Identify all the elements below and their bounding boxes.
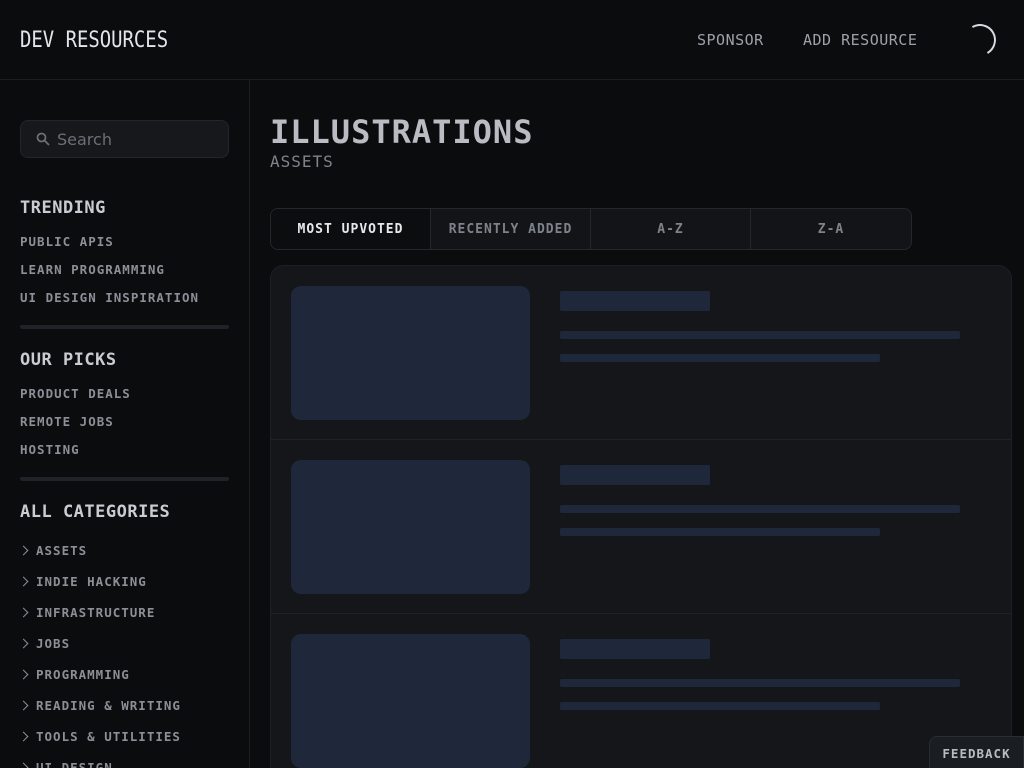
sidebar-item-hosting[interactable]: HOSTING (20, 442, 80, 457)
chevron-right-icon (18, 576, 29, 587)
chevron-right-icon (18, 669, 29, 680)
title-placeholder (560, 639, 710, 659)
category-label: INFRASTRUCTURE (36, 605, 156, 620)
thumbnail-placeholder (291, 460, 530, 594)
our-picks-heading: OUR PICKS (20, 350, 117, 370)
text-placeholder (560, 505, 960, 513)
category-label: PROGRAMMING (36, 667, 130, 682)
sidebar-item-product-deals[interactable]: PRODUCT DEALS (20, 386, 131, 401)
thumbnail-placeholder (291, 286, 530, 420)
category-item-assets[interactable]: ASSETS (18, 543, 88, 558)
text-placeholder (560, 679, 960, 687)
page-title: ILLUSTRATIONS (270, 113, 534, 151)
list-item-skeleton (271, 440, 1011, 614)
sidebar-item-ui-design-inspiration[interactable]: UI DESIGN INSPIRATION (20, 290, 199, 305)
tab-most-upvoted[interactable]: MOST UPVOTED (271, 209, 431, 249)
tab-recently-added[interactable]: RECENTLY ADDED (431, 209, 591, 249)
resource-list (270, 265, 1012, 768)
category-label: ASSETS (36, 543, 88, 558)
category-item-jobs[interactable]: JOBS (18, 636, 71, 651)
feedback-button[interactable]: FEEDBACK (929, 736, 1024, 768)
tab-z-a[interactable]: Z-A (751, 209, 911, 249)
page-subtitle[interactable]: ASSETS (270, 152, 334, 171)
text-placeholder (560, 702, 880, 710)
chevron-right-icon (18, 638, 29, 649)
trending-heading: TRENDING (20, 198, 106, 218)
sort-tabs: MOST UPVOTED RECENTLY ADDED A-Z Z-A (270, 208, 912, 250)
category-label: UI DESIGN (36, 760, 113, 768)
category-item-ui-design[interactable]: UI DESIGN (18, 760, 113, 768)
chevron-right-icon (18, 762, 29, 768)
category-item-indie-hacking[interactable]: INDIE HACKING (18, 574, 147, 589)
sidebar-divider (20, 477, 229, 481)
sidebar-item-remote-jobs[interactable]: REMOTE JOBS (20, 414, 114, 429)
chevron-right-icon (18, 700, 29, 711)
chevron-right-icon (18, 545, 29, 556)
sidebar-item-learn-programming[interactable]: LEARN PROGRAMMING (20, 262, 165, 277)
chevron-right-icon (18, 731, 29, 742)
text-placeholder (560, 528, 880, 536)
category-label: JOBS (36, 636, 71, 651)
chevron-right-icon (18, 607, 29, 618)
title-placeholder (560, 465, 710, 485)
search-icon (36, 132, 50, 146)
top-header: DEV RESOURCES SPONSOR ADD RESOURCE (0, 0, 1024, 80)
search-box[interactable] (20, 120, 229, 158)
nav-add-resource-link[interactable]: ADD RESOURCE (803, 31, 917, 49)
sidebar-divider (20, 325, 229, 329)
category-label: READING & WRITING (36, 698, 181, 713)
category-item-reading-writing[interactable]: READING & WRITING (18, 698, 181, 713)
sidebar: TRENDING PUBLIC APIS LEARN PROGRAMMING U… (0, 80, 250, 768)
brand-logo[interactable]: DEV RESOURCES (20, 28, 168, 53)
tab-a-z[interactable]: A-Z (591, 209, 751, 249)
list-item-skeleton (271, 266, 1011, 440)
moon-icon[interactable] (960, 20, 1000, 60)
category-label: INDIE HACKING (36, 574, 147, 589)
category-item-infrastructure[interactable]: INFRASTRUCTURE (18, 605, 156, 620)
list-item-skeleton (271, 614, 1011, 768)
category-label: TOOLS & UTILITIES (36, 729, 181, 744)
all-categories-heading: ALL CATEGORIES (20, 502, 171, 522)
title-placeholder (560, 291, 710, 311)
category-item-programming[interactable]: PROGRAMMING (18, 667, 130, 682)
category-item-tools-utilities[interactable]: TOOLS & UTILITIES (18, 729, 181, 744)
thumbnail-placeholder (291, 634, 530, 768)
search-input[interactable] (57, 121, 222, 157)
sidebar-item-public-apis[interactable]: PUBLIC APIS (20, 234, 114, 249)
text-placeholder (560, 331, 960, 339)
text-placeholder (560, 354, 880, 362)
nav-sponsor-link[interactable]: SPONSOR (697, 31, 764, 49)
